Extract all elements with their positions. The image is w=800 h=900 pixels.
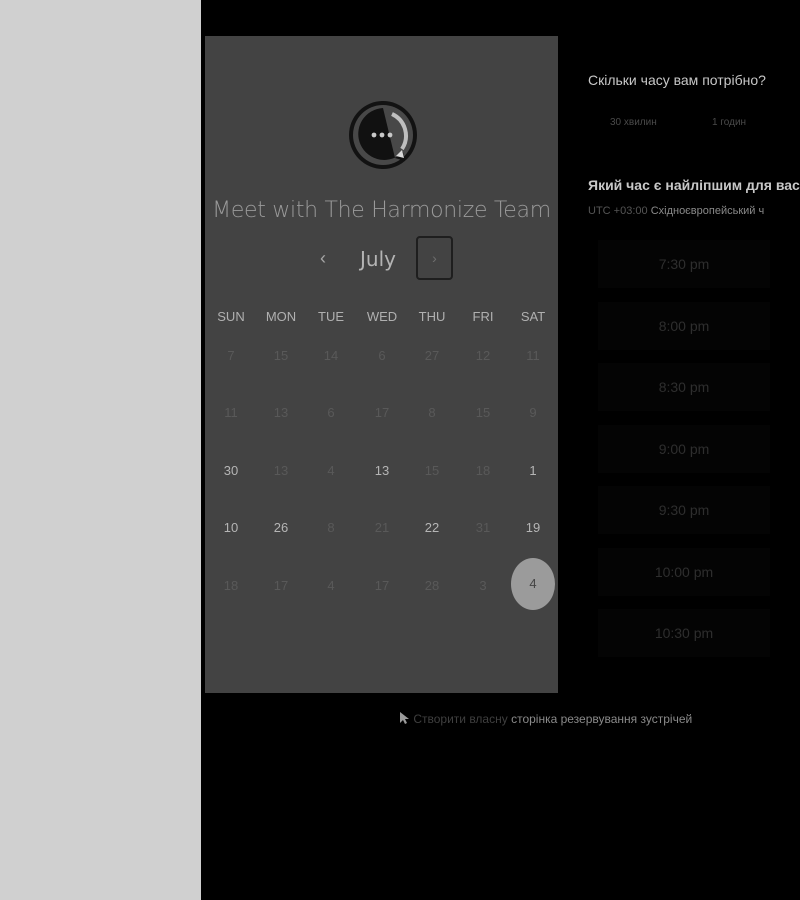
booking-panel: Meet with The Harmonize Team ‹ July › SU… <box>205 36 558 693</box>
chat-bubble-logo-icon <box>347 95 417 173</box>
timezone-name: Східноєвропейський ч <box>650 205 765 217</box>
time-slot-button[interactable]: 7:30 pm <box>598 240 770 288</box>
calendar-day: 17 <box>374 405 390 420</box>
calendar-day: 15 <box>273 348 289 363</box>
calendar-day: 15 <box>475 405 491 420</box>
time-picker-section: Скільки часу вам потрібно? 30 хвилин 1 г… <box>588 0 800 700</box>
calendar-day-selected[interactable]: 4 <box>511 558 555 610</box>
page-title: Meet with The Harmonize Team <box>212 198 551 223</box>
calendar-day: 8 <box>428 405 436 420</box>
calendar-day-available[interactable]: 19 <box>508 520 558 535</box>
weekday-wed: WED <box>366 309 398 324</box>
calendar-day: 6 <box>378 348 386 363</box>
calendar-day: 13 <box>273 405 289 420</box>
utc-offset: UTC +03:00 <box>588 205 648 217</box>
duration-question: Скільки часу вам потрібно? <box>588 72 766 88</box>
weekday-fri: FRI <box>472 309 494 324</box>
weekday-tue: TUE <box>318 309 344 324</box>
time-question: Який час є найліпшим для вас <box>588 177 800 193</box>
calendar-day-available[interactable]: 1 <box>508 463 558 478</box>
time-slot-button[interactable]: 9:00 pm <box>598 425 770 473</box>
time-slot-button[interactable]: 9:30 pm <box>598 486 770 534</box>
calendar-day: 7 <box>227 348 235 363</box>
calendar-day-available[interactable]: 26 <box>256 520 306 535</box>
time-slot-button[interactable]: 8:30 pm <box>598 363 770 411</box>
month-navigation: ‹ July › <box>205 236 558 282</box>
calendar-day: 14 <box>323 348 339 363</box>
calendar-day: 6 <box>327 405 335 420</box>
calendar-day: 8 <box>327 520 335 535</box>
calendar-day: 27 <box>424 348 440 363</box>
timezone-label[interactable]: UTC +03:00 Східноєвропейський ч <box>588 205 764 217</box>
weekday-thu: THU <box>418 309 446 324</box>
time-slot-button[interactable]: 8:00 pm <box>598 302 770 350</box>
weekday-sat: SAT <box>520 309 546 324</box>
calendar-day-available[interactable]: 10 <box>206 520 256 535</box>
next-month-button[interactable]: › <box>416 236 453 280</box>
calendar-day: 4 <box>327 578 335 593</box>
pointer-icon <box>398 712 413 726</box>
calendar-day: 11 <box>224 405 238 420</box>
calendar-day: 12 <box>475 348 491 363</box>
calendar-day-available[interactable]: 30 <box>206 463 256 478</box>
create-booking-page-link[interactable]: Створити власну сторінка резервування зу… <box>398 711 692 726</box>
calendar-day: 4 <box>327 463 335 478</box>
calendar-day: 13 <box>273 463 289 478</box>
footer-link-dim-text: Створити власну <box>413 712 508 726</box>
calendar-day: 15 <box>424 463 440 478</box>
calendar-day: 17 <box>374 578 390 593</box>
calendar-day-available[interactable]: 13 <box>357 463 407 478</box>
calendar-day: 11 <box>526 348 540 363</box>
calendar-day-available[interactable]: 22 <box>407 520 457 535</box>
calendar-day: 3 <box>479 578 487 593</box>
weekday-sun: SUN <box>217 309 245 324</box>
weekday-mon: MON <box>265 309 297 324</box>
duration-option-1hour[interactable]: 1 годин <box>712 117 746 128</box>
duration-option-30min[interactable]: 30 хвилин <box>610 117 657 128</box>
calendar-day: 21 <box>374 520 390 535</box>
time-slot-button[interactable]: 10:30 pm <box>598 609 770 657</box>
previous-month-button[interactable]: ‹ <box>320 248 326 269</box>
footer-link-text: сторінка резервування зустрічей <box>511 712 693 726</box>
calendar-day: 28 <box>424 578 440 593</box>
calendar-day: 18 <box>475 463 491 478</box>
time-slot-button[interactable]: 10:00 pm <box>598 548 770 596</box>
month-label: July <box>360 247 396 271</box>
calendar-day: 17 <box>273 578 289 593</box>
calendar-day: 31 <box>475 520 491 535</box>
calendar-day: 18 <box>223 578 239 593</box>
left-blank-area <box>0 0 201 900</box>
calendar-day: 9 <box>529 405 537 420</box>
